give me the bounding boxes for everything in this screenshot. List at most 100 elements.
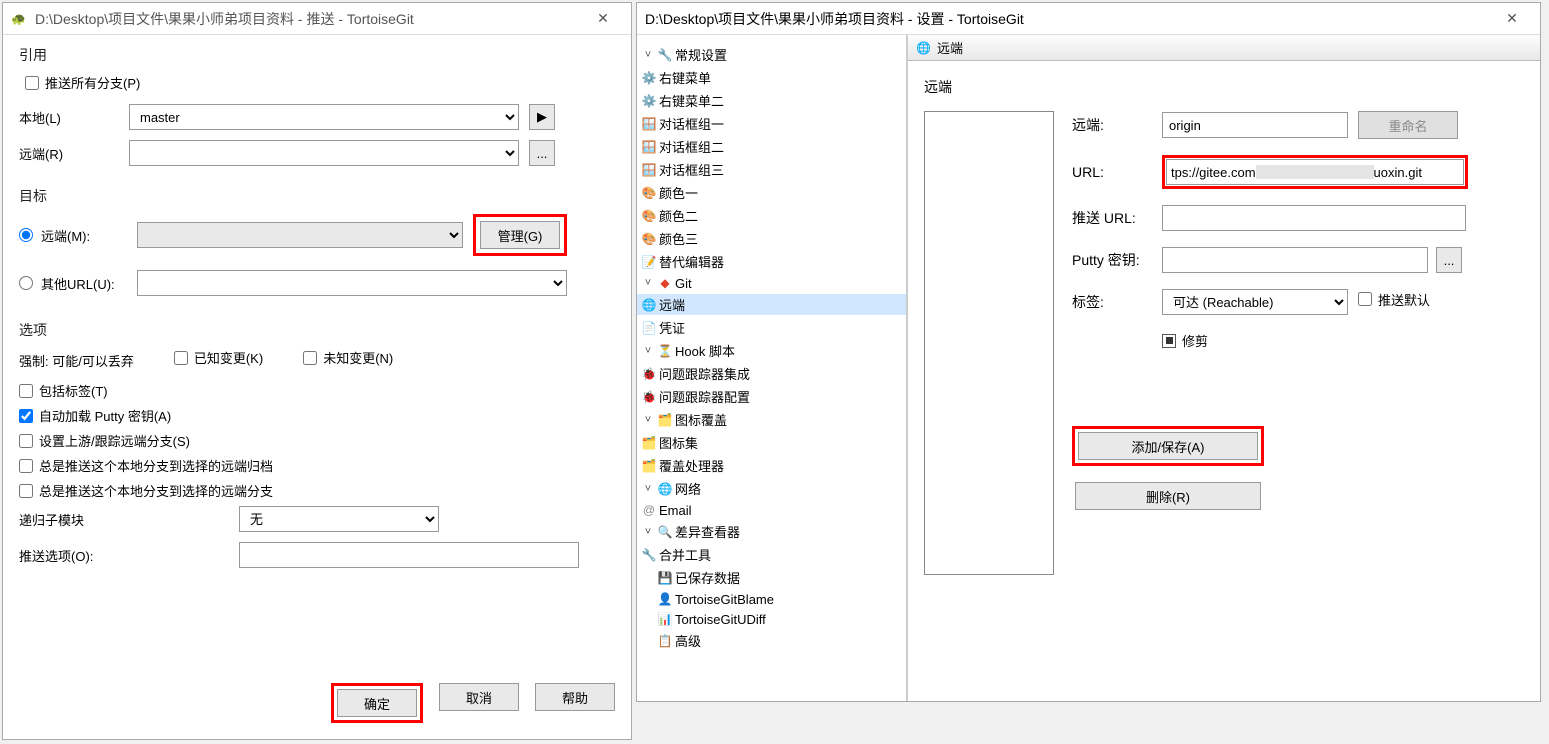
tree-git[interactable]: Git [675,276,692,291]
tree-dlg3[interactable]: 对话框组三 [659,160,724,179]
remote-radio[interactable] [19,228,33,242]
window-title: D:\Desktop\项目文件\果果小师弟项目资料 - 推送 - Tortois… [35,9,583,29]
autoload-putty-label: 自动加载 Putty 密钥(A) [39,406,171,425]
toggle-icon[interactable]: ˅ [641,49,655,61]
browse-button[interactable]: ... [529,140,555,166]
include-tags-checkbox[interactable] [19,384,33,398]
tree-color3[interactable]: 颜色三 [659,229,698,248]
help-button[interactable]: 帮助 [535,683,615,711]
toggle-icon[interactable]: ˅ [641,277,655,289]
url-redacted [1256,165,1374,179]
tree-email[interactable]: Email [659,503,692,518]
remote-ref-select[interactable] [129,140,519,166]
known-change-checkbox[interactable] [174,351,188,365]
manage-button[interactable]: 管理(G) [480,221,560,249]
editor-icon [641,254,657,270]
putty-key-input[interactable] [1162,247,1428,273]
tree-network[interactable]: 网络 [675,479,701,498]
remote-combo[interactable] [137,222,463,248]
wrench-icon [657,47,673,63]
tree-general[interactable]: 常规设置 [675,45,727,64]
tree-issue-int[interactable]: 问题跟踪器集成 [659,364,750,383]
autoload-putty-checkbox[interactable] [19,409,33,423]
window-title: D:\Desktop\项目文件\果果小师弟项目资料 - 设置 - Tortois… [645,9,1492,29]
url-highlight: tps://gitee.com uoxin.git [1162,155,1468,189]
local-branch-select[interactable]: master [129,104,519,130]
tree-diffviewer[interactable]: 差异查看器 [675,522,740,541]
push-opt-input[interactable] [239,542,579,568]
tree-advanced[interactable]: 高级 [675,631,701,650]
tree-issue-cfg[interactable]: 问题跟踪器配置 [659,387,750,406]
delete-button[interactable]: 删除(R) [1075,482,1261,510]
force-label: 强制: 可能/可以丢弃 [19,351,134,370]
toggle-icon[interactable]: ˅ [641,526,655,538]
options-group-title: 选项 [19,320,615,340]
unknown-change-checkbox[interactable] [303,351,317,365]
push-default-checkbox[interactable] [1358,292,1372,306]
tree-cred[interactable]: 凭证 [659,318,685,337]
tree-overlay[interactable]: 图标覆盖 [675,410,727,429]
always-archive-checkbox[interactable] [19,459,33,473]
tree-saved[interactable]: 已保存数据 [675,568,740,587]
diff-icon [657,524,673,540]
remote-name-input[interactable] [1162,112,1348,138]
always-branch-label: 总是推送这个本地分支到选择的远端分支 [39,481,273,500]
panel-header: 远端 [908,35,1540,61]
always-archive-label: 总是推送这个本地分支到选择的远端归档 [39,456,273,475]
always-branch-checkbox[interactable] [19,484,33,498]
tree-dlg1[interactable]: 对话框组一 [659,114,724,133]
gear-icon [641,93,657,109]
set-upstream-checkbox[interactable] [19,434,33,448]
push-all-checkbox[interactable] [25,76,39,90]
toggle-icon[interactable]: ˅ [641,414,655,426]
url-label: URL: [1072,164,1162,180]
target-group-title: 目标 [19,186,615,206]
dialog-footer: 确定 取消 帮助 [3,673,631,739]
add-save-button[interactable]: 添加/保存(A) [1078,432,1258,460]
cancel-button[interactable]: 取消 [439,683,519,711]
other-url-label: 其他URL(U): [41,274,137,293]
settings-tree[interactable]: ˅ 常规设置 右键菜单 右键菜单二 对话框组一 对话框组二 对话框组三 颜色一 颜… [637,35,907,701]
save-icon [657,570,673,586]
tree-context2[interactable]: 右键菜单二 [659,91,724,110]
tags-label: 标签: [1072,292,1162,312]
tree-iconset[interactable]: 图标集 [659,433,698,452]
tree-mergetool[interactable]: 合并工具 [659,545,711,564]
tree-dlg2[interactable]: 对话框组二 [659,137,724,156]
prune-label: 修剪 [1182,331,1208,350]
recurse-label: 递归子模块 [19,510,239,529]
tags-select[interactable]: 可达 (Reachable) [1162,289,1348,315]
push-url-input[interactable] [1162,205,1466,231]
set-upstream-label: 设置上游/跟踪远端分支(S) [39,431,190,450]
tree-color2[interactable]: 颜色二 [659,206,698,225]
close-button[interactable]: ✕ [583,3,623,34]
close-button[interactable]: ✕ [1492,3,1532,34]
putty-browse-button[interactable]: ... [1436,247,1462,273]
ok-button[interactable]: 确定 [337,689,417,717]
play-button[interactable]: ▶ [529,104,555,130]
prune-checkbox[interactable] [1162,334,1176,348]
tree-alt-editor[interactable]: 替代编辑器 [659,252,724,271]
other-url-select[interactable] [137,270,567,296]
rename-button: 重命名 [1358,111,1458,139]
tree-remote[interactable]: 远端 [659,295,685,314]
bug-icon [641,366,657,382]
other-url-radio[interactable] [19,276,33,290]
tree-context1[interactable]: 右键菜单 [659,68,711,87]
tree-blame[interactable]: TortoiseGitBlame [675,592,774,607]
putty-label: Putty 密钥: [1072,250,1162,270]
hook-icon [657,343,673,359]
tree-color1[interactable]: 颜色一 [659,183,698,202]
panel-body: 远端 远端: 重命名 URL: [908,61,1540,701]
remote-listbox[interactable] [924,111,1054,575]
section-title: 远端 [924,77,1524,97]
toggle-icon[interactable]: ˅ [641,483,655,495]
recurse-select[interactable]: 无 [239,506,439,532]
push-dialog-window: D:\Desktop\项目文件\果果小师弟项目资料 - 推送 - Tortois… [2,2,632,740]
palette-icon [641,208,657,224]
tree-hook[interactable]: Hook 脚本 [675,341,735,360]
tree-udiff[interactable]: TortoiseGitUDiff [675,612,766,627]
tree-overlay-handler[interactable]: 覆盖处理器 [659,456,724,475]
toggle-icon[interactable]: ˅ [641,345,655,357]
url-input[interactable]: tps://gitee.com uoxin.git [1166,159,1464,185]
